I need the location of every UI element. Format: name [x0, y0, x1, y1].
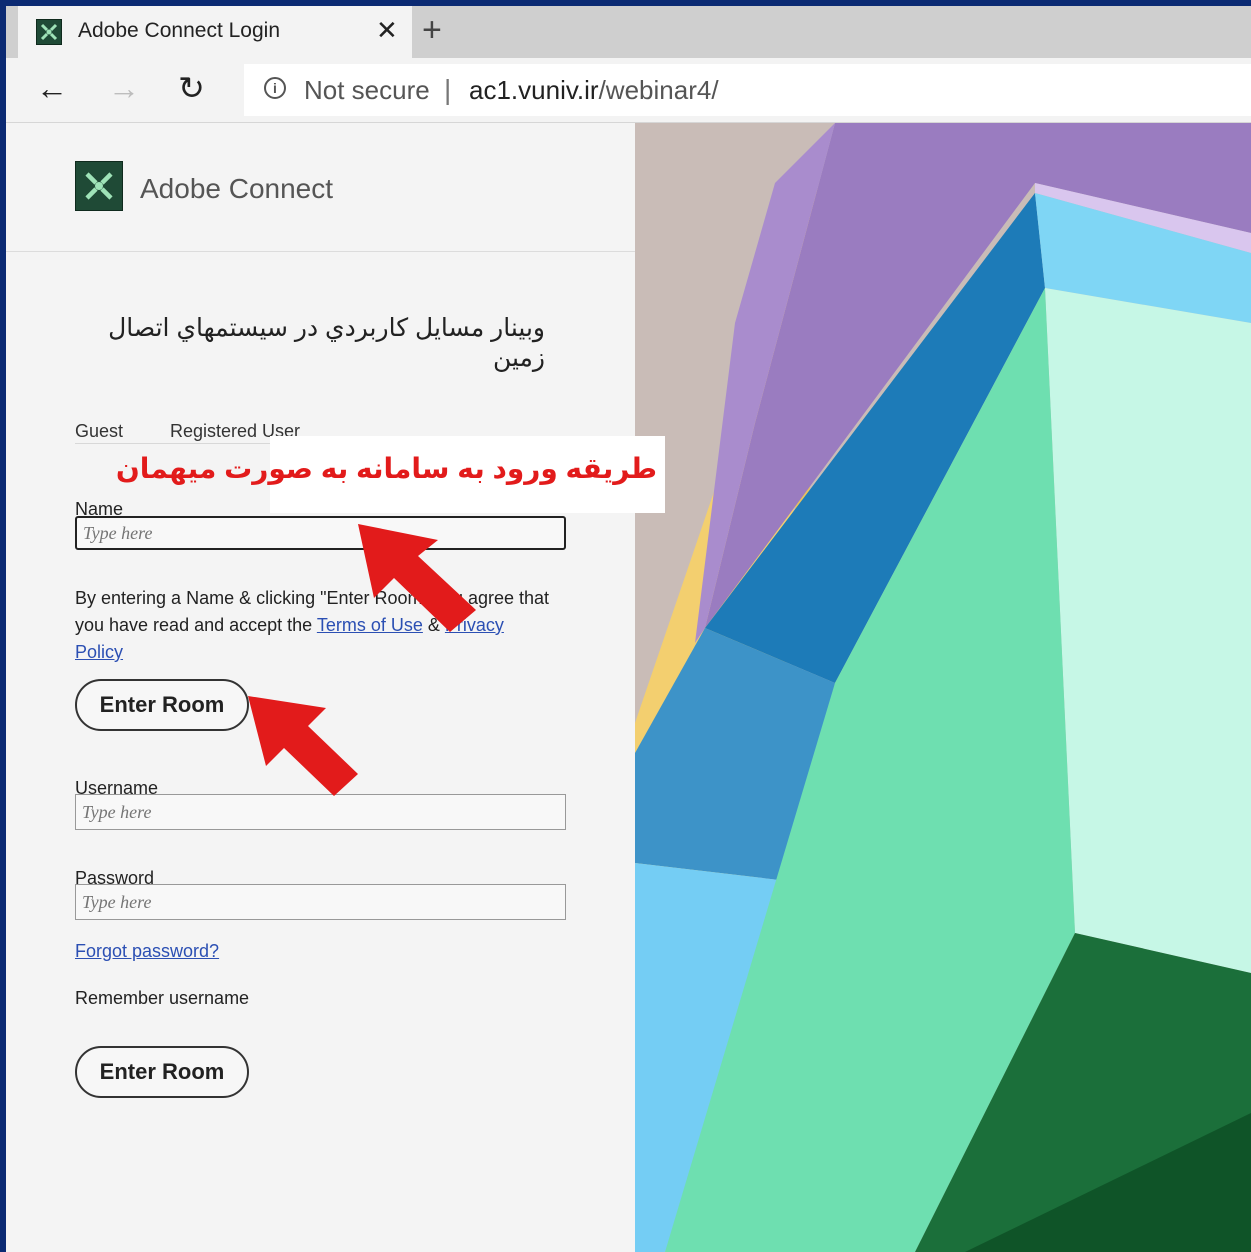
enter-room-registered-button[interactable]: Enter Room [75, 1046, 249, 1098]
login-panel: Adobe Connect وبينار مسايل كاربردي در سي… [6, 123, 635, 1252]
browser-tab-active[interactable]: Adobe Connect Login ✕ [18, 6, 412, 58]
reload-icon[interactable]: ↻ [178, 68, 205, 108]
guest-login-callout: طريقه ورود به سامانه به صورت ميهمان [116, 436, 665, 513]
tab-strip: Adobe Connect Login ✕ + [6, 6, 1251, 58]
enter-room-guest-button[interactable]: Enter Room [75, 679, 249, 731]
red-arrow-enter-room-icon [248, 696, 358, 796]
brand-name: Adobe Connect [140, 173, 334, 204]
close-tab-icon[interactable]: ✕ [376, 16, 398, 44]
adobe-connect-favicon-icon [36, 19, 62, 45]
password-input[interactable] [75, 884, 566, 920]
not-secure-label: Not secure [304, 75, 430, 105]
address-bar[interactable]: i Not secure | ac1.vuniv.ir/webinar4/ [244, 64, 1251, 116]
tab-title: Adobe Connect Login [78, 19, 280, 42]
callout-text: طريقه ورود به سامانه به صورت ميهمان [115, 453, 657, 484]
favicon-glyph-icon [40, 23, 58, 41]
info-icon[interactable]: i [264, 77, 286, 99]
geometric-art-image [635, 123, 1251, 1252]
remember-username-label[interactable]: Remember username [75, 988, 249, 1009]
name-input[interactable] [75, 516, 566, 550]
address-separator: | [444, 74, 452, 105]
browser-window: Adobe Connect Login ✕ + ← → ↻ i Not secu… [6, 6, 1251, 1252]
browser-toolbar: ← → ↻ i Not secure | ac1.vuniv.ir/webina… [6, 58, 1251, 123]
forward-arrow-icon[interactable]: → [108, 68, 140, 108]
tab-guest[interactable]: Guest [75, 421, 123, 442]
url-text[interactable]: ac1.vuniv.ir/webinar4/ [469, 75, 719, 106]
meeting-title: وبينار مسايل كاربردي در سيستمهاي اتصال ز… [108, 314, 545, 372]
adobe-connect-logo-icon [75, 161, 123, 211]
header-divider [6, 251, 635, 252]
new-tab-icon[interactable]: + [422, 10, 442, 50]
red-arrow-name-icon [358, 524, 476, 632]
background-artwork [635, 123, 1251, 1252]
forgot-password-link[interactable]: Forgot password? [75, 941, 219, 962]
url-host: ac1.vuniv.ir [469, 75, 599, 105]
back-arrow-icon[interactable]: ← [36, 68, 68, 108]
url-path: /webinar4/ [598, 75, 719, 105]
logo-glyph-icon [85, 172, 113, 200]
